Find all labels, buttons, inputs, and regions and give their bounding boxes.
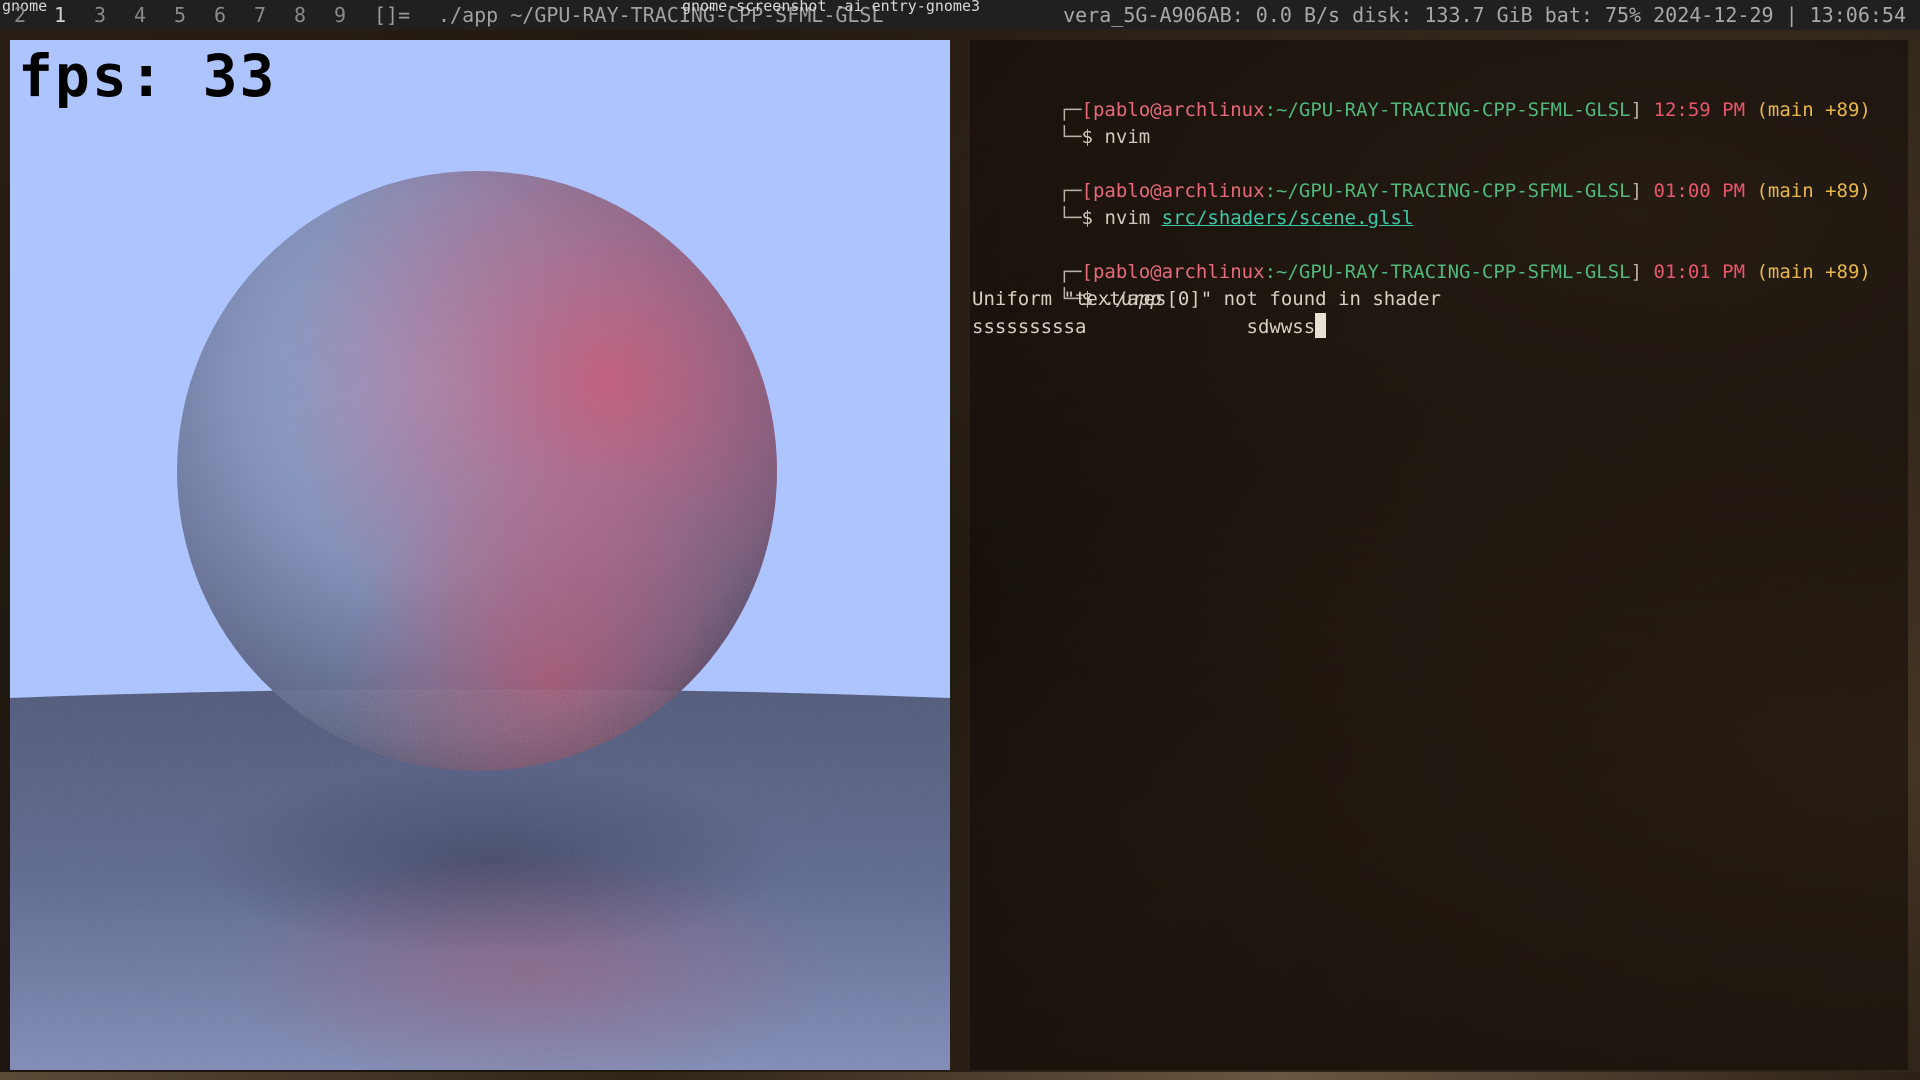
system-status-text: vera_5G-A906AB: 0.0 B/s disk: 133.7 GiB … — [1063, 3, 1906, 27]
layout-indicator[interactable]: []= — [374, 0, 410, 30]
workspace-tag-7[interactable]: 7 — [240, 0, 280, 30]
prompt-path: :~/GPU-RAY-TRACING-CPP-SFML-GLSL — [1264, 99, 1631, 121]
prompt-bracket: ] — [1630, 99, 1643, 121]
prompt-git-branch: (main +89) — [1756, 99, 1871, 121]
prompt-git-branch: (main +89) — [1756, 261, 1871, 283]
terminal-window[interactable]: ┌─[pablo@archlinux:~/GPU-RAY-TRACING-CPP… — [970, 40, 1908, 1070]
prompt-bracket: ] — [1630, 180, 1643, 202]
render-canvas[interactable] — [10, 40, 950, 1070]
prompt-time: 01:00 PM — [1653, 180, 1746, 202]
prompt-user-host: [pablo@archlinux — [1081, 261, 1265, 283]
terminal-typed-text: sssssssssa sdwwss — [972, 316, 1316, 338]
workspace-tag-4[interactable]: 4 — [120, 0, 160, 30]
workspace-tag-1[interactable]: 1 — [40, 0, 80, 30]
fps-counter: fps: 33 — [18, 42, 277, 110]
prompt-bracket: ] — [1630, 261, 1643, 283]
prompt-dollar: $ — [1081, 207, 1093, 229]
desktop-bottom-strip — [0, 1072, 1920, 1080]
prompt-time: 12:59 PM — [1653, 99, 1746, 121]
workspace-tag-9[interactable]: 9 — [320, 0, 360, 30]
terminal-output-line: Uniform "textures[0]" not found in shade… — [972, 288, 1441, 310]
workspace-tag-5[interactable]: 5 — [160, 0, 200, 30]
prompt-path: :~/GPU-RAY-TRACING-CPP-SFML-GLSL — [1264, 261, 1631, 283]
workspace-tag-8[interactable]: 8 — [280, 0, 320, 30]
terminal-cursor — [1315, 313, 1327, 338]
overlay-window-title: gnome-screenshot -ai entry-gnome3 — [682, 0, 981, 15]
prompt-corner-top: ┌─ — [1058, 180, 1082, 202]
prompt-block: ┌─[pablo@archlinux:~/GPU-RAY-TRACING-CPP… — [990, 70, 1871, 148]
prompt-block: ┌─[pablo@archlinux:~/GPU-RAY-TRACING-CPP… — [990, 232, 1871, 310]
prompt-corner-top: ┌─ — [1058, 261, 1082, 283]
workspace-tag-6[interactable]: 6 — [200, 0, 240, 30]
prompt-user-host: [pablo@archlinux — [1081, 99, 1265, 121]
prompt-path: :~/GPU-RAY-TRACING-CPP-SFML-GLSL — [1264, 180, 1631, 202]
file-path-link[interactable]: src/shaders/scene.glsl — [1162, 207, 1414, 229]
prompt-dollar: $ — [1081, 126, 1093, 148]
command-text: nvim — [1104, 207, 1151, 229]
prompt-time: 01:01 PM — [1653, 261, 1746, 283]
prompt-corner-top: ┌─ — [1058, 99, 1082, 121]
prompt-block: ┌─[pablo@archlinux:~/GPU-RAY-TRACING-CPP… — [990, 151, 1871, 229]
prompt-corner-bottom: └─ — [1058, 126, 1082, 148]
workspace-tag-2[interactable]: 2 — [0, 0, 40, 30]
workspace-tag-3[interactable]: 3 — [80, 0, 120, 30]
prompt-user-host: [pablo@archlinux — [1081, 180, 1265, 202]
command-text: nvim — [1104, 126, 1151, 148]
terminal-input-line[interactable]: sssssssssa sdwwss — [972, 313, 1327, 340]
prompt-git-branch: (main +89) — [1756, 180, 1871, 202]
prompt-corner-bottom: └─ — [1058, 207, 1082, 229]
raytracer-window[interactable]: fps: 33 — [10, 40, 950, 1070]
status-bar: gnome 2 1 3 4 5 6 7 8 9 []= ./app ~/GPU-… — [0, 0, 1920, 30]
sphere-grain — [177, 171, 777, 771]
